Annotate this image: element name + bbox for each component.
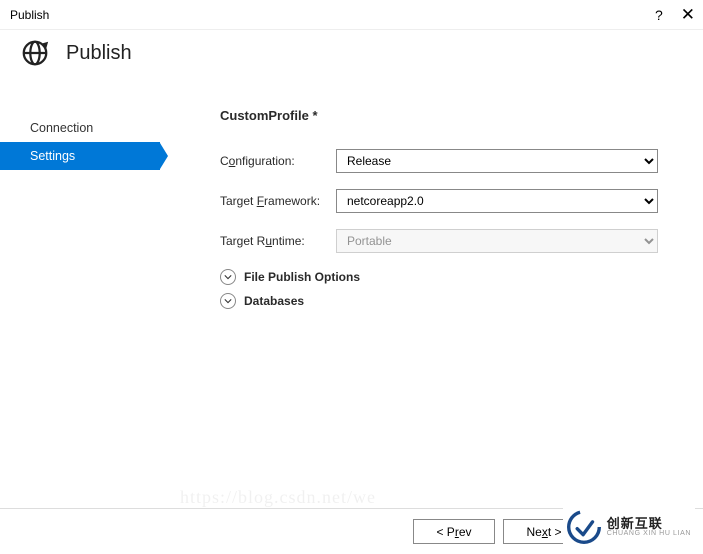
- chevron-down-icon: [220, 293, 236, 309]
- file-publish-options-label: File Publish Options: [244, 270, 360, 284]
- label-target-runtime: Target Runtime:: [220, 234, 332, 248]
- publish-globe-icon: [20, 38, 50, 68]
- brand-text-cn: 创新互联: [607, 517, 691, 530]
- help-icon[interactable]: ?: [655, 7, 663, 23]
- brand-icon: [567, 510, 601, 544]
- label-configuration: Configuration:: [220, 154, 332, 168]
- sidebar-item-connection[interactable]: Connection: [0, 114, 160, 142]
- target-framework-select[interactable]: netcoreapp2.0: [336, 189, 658, 213]
- file-publish-options-expander[interactable]: File Publish Options: [220, 269, 673, 285]
- configuration-select[interactable]: Release: [336, 149, 658, 173]
- close-icon[interactable]: ✕: [681, 6, 695, 23]
- brand-watermark: 创新互联 CHUANG XIN HU LIAN: [563, 506, 695, 548]
- prev-button[interactable]: < Prev: [413, 519, 495, 544]
- label-target-framework: Target Framework:: [220, 194, 332, 208]
- window-title: Publish: [10, 8, 49, 22]
- databases-label: Databases: [244, 294, 304, 308]
- databases-expander[interactable]: Databases: [220, 293, 673, 309]
- sidebar-item-settings[interactable]: Settings: [0, 142, 160, 170]
- sidebar: Connection Settings: [0, 86, 160, 506]
- chevron-down-icon: [220, 269, 236, 285]
- brand-text-en: CHUANG XIN HU LIAN: [607, 530, 691, 537]
- page-title: Publish: [66, 42, 132, 65]
- profile-heading: CustomProfile *: [220, 108, 673, 123]
- target-runtime-select[interactable]: Portable: [336, 229, 658, 253]
